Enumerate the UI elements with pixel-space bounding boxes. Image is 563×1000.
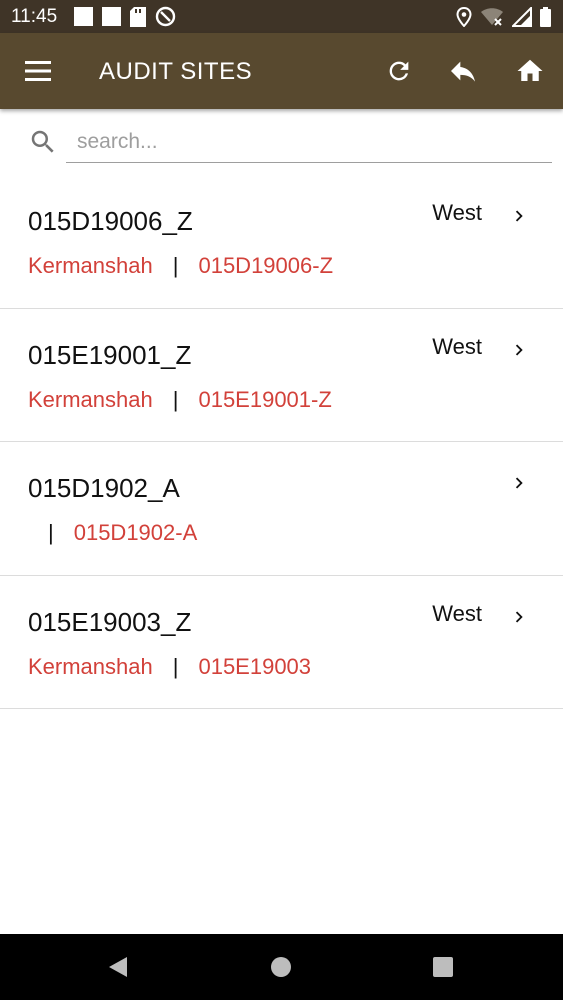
notification-square-icon xyxy=(102,7,121,26)
status-bar: 11:45 xyxy=(0,0,563,33)
status-right-icons xyxy=(456,6,551,27)
separator: | xyxy=(48,520,54,545)
nav-recents-button[interactable] xyxy=(430,954,456,980)
site-name: 015D19006_Z xyxy=(28,206,193,236)
menu-button[interactable] xyxy=(22,55,54,87)
separator: | xyxy=(172,653,179,679)
search-input[interactable] xyxy=(66,121,552,163)
list-item[interactable]: 015D19006_Z Kermanshah | 015D19006-Z Wes… xyxy=(0,175,563,309)
chevron-right-icon xyxy=(515,611,523,622)
home-button[interactable] xyxy=(512,53,548,89)
wifi-icon xyxy=(481,7,503,26)
back-icon xyxy=(109,957,127,977)
status-time: 11:45 xyxy=(11,6,58,27)
signal-icon xyxy=(512,6,532,27)
navigation-bar xyxy=(0,934,563,1000)
menu-icon xyxy=(25,61,51,81)
site-details: Kermanshah | 015E19001-Z xyxy=(28,387,332,413)
back-reply-button[interactable] xyxy=(445,53,481,89)
site-city: Kermanshah xyxy=(28,653,153,679)
battery-icon xyxy=(540,6,551,27)
sd-card-icon xyxy=(130,6,146,27)
site-region: West xyxy=(432,200,482,225)
home-icon xyxy=(517,59,543,81)
chevron-right-icon xyxy=(515,210,523,222)
chevron-right-icon xyxy=(515,344,523,355)
site-name: 015E19003_Z xyxy=(28,606,192,637)
refresh-button[interactable] xyxy=(381,53,417,89)
status-left-icons xyxy=(74,6,176,27)
recents-icon xyxy=(433,957,453,977)
site-details: Kermanshah | 015E19003 xyxy=(28,654,311,680)
site-name: 015D1902_A xyxy=(28,473,180,503)
data-saver-icon xyxy=(155,6,176,27)
nav-back-button[interactable] xyxy=(105,954,131,980)
page-title: AUDIT SITES xyxy=(99,58,253,85)
home-circle-icon xyxy=(271,957,291,977)
reply-icon xyxy=(451,61,475,82)
site-code: 015D1902-A xyxy=(73,520,198,545)
app-bar: AUDIT SITES xyxy=(0,33,563,109)
location-icon xyxy=(456,6,472,27)
list-item[interactable]: 015D1902_A | 015D1902-A xyxy=(0,442,563,576)
site-city: Kermanshah xyxy=(28,386,153,412)
site-name: 015E19001_Z xyxy=(28,339,192,370)
site-list: 015D19006_Z Kermanshah | 015D19006-Z Wes… xyxy=(0,175,563,709)
refresh-icon xyxy=(389,61,409,81)
chevron-right-icon xyxy=(515,477,523,489)
site-details: | 015D1902-A xyxy=(28,520,197,546)
notification-square-icon xyxy=(74,7,93,26)
search-icon xyxy=(31,130,54,153)
site-code: 015E19001-Z xyxy=(198,386,332,412)
site-region: West xyxy=(432,600,482,626)
list-item[interactable]: 015E19001_Z Kermanshah | 015E19001-Z Wes… xyxy=(0,309,563,442)
site-code: 015D19006-Z xyxy=(198,253,334,278)
list-item[interactable]: 015E19003_Z Kermanshah | 015E19003 West xyxy=(0,576,563,709)
site-city: Kermanshah xyxy=(28,253,153,278)
separator: | xyxy=(172,253,179,278)
nav-home-button[interactable] xyxy=(268,954,294,980)
site-region: West xyxy=(432,333,482,359)
site-code: 015E19003 xyxy=(198,653,312,679)
search-bar xyxy=(0,109,563,179)
site-details: Kermanshah | 015D19006-Z xyxy=(28,253,333,279)
separator: | xyxy=(172,386,179,412)
